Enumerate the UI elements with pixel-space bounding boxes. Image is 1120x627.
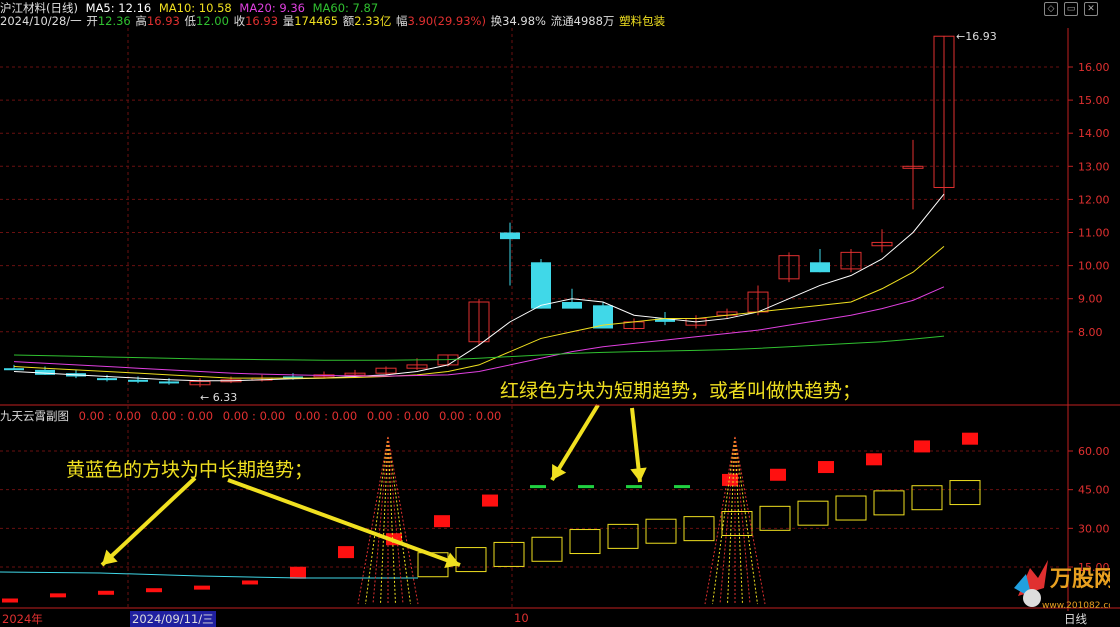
spike-line	[712, 436, 736, 605]
short-trend-red-block	[770, 468, 786, 481]
candle-down	[159, 381, 179, 384]
logo-name: 万股网	[1049, 567, 1110, 592]
long-trend-yellow-block	[873, 490, 905, 516]
sub-value: 0.00 : 0.00	[222, 409, 286, 423]
annotation-arrow-head	[630, 467, 647, 482]
short-trend-red-block	[146, 588, 162, 593]
candle-down	[562, 302, 582, 309]
candle-down	[4, 368, 24, 371]
spike-line	[357, 436, 389, 605]
spike-line	[734, 436, 751, 605]
price-tick-label: 14.00	[1078, 127, 1110, 140]
price-tick-label: 15.00	[1078, 94, 1110, 107]
short-trend-red-block	[962, 432, 978, 445]
price-tick-label: 13.00	[1078, 160, 1110, 173]
short-trend-green-block	[626, 485, 642, 489]
short-trend-red-block	[50, 593, 66, 598]
short-trend-green-block	[578, 485, 594, 489]
long-trend-yellow-block	[759, 505, 791, 531]
time-axis: 2024年 2024/09/11/三 10 日线	[0, 611, 1120, 627]
candle-down	[500, 232, 520, 240]
short-trend-green-block	[530, 485, 546, 489]
short-trend-red-block	[2, 598, 18, 603]
short-trend-red-block	[290, 566, 306, 579]
sub-tick-label: 30.00	[1078, 522, 1110, 535]
candlestick-chart[interactable]: 16.00 15.00 14.00 13.00 12.00 11.00 10.00 9.00 8…	[0, 0, 1120, 625]
sub-chart-title[interactable]: 九天云霄副图	[0, 409, 69, 423]
sub-tick-label: 60.00	[1078, 445, 1110, 458]
short-trend-red-block	[338, 546, 354, 559]
month-label: 10	[514, 611, 529, 625]
spike-line	[387, 436, 411, 605]
candle-down	[128, 379, 148, 382]
sub-chart-header: 九天云霄副图 0.00 : 0.00 0.00 : 0.00 0.00 : 0.…	[0, 408, 502, 423]
short-trend-red-block	[914, 440, 930, 453]
short-trend-red-block	[242, 580, 258, 585]
spike-line	[704, 436, 736, 605]
price-tick-label: 16.00	[1078, 61, 1110, 74]
spike-line	[372, 436, 389, 605]
short-trend-red-block	[866, 453, 882, 466]
short-trend-red-block	[194, 585, 210, 590]
price-tick-label: 10.00	[1078, 260, 1110, 273]
price-tick-label: 11.00	[1078, 227, 1110, 240]
candle-down	[810, 262, 830, 273]
long-trend-yellow-block	[493, 541, 525, 567]
min-price-label: ← 6.33	[200, 391, 237, 404]
spike-line	[365, 436, 389, 605]
long-term-annotation: 黄蓝色的方块为中长期趋势；	[66, 459, 314, 481]
sub-value: 0.00 : 0.00	[78, 409, 142, 423]
brand-logo: 万股网 www.201082.com	[1010, 548, 1120, 612]
sub-value: 0.00 : 0.00	[366, 409, 430, 423]
short-trend-red-block	[98, 590, 114, 595]
long-trend-yellow-block	[835, 495, 867, 521]
max-price-label: ←16.93	[956, 30, 997, 43]
long-trend-yellow-block	[455, 547, 487, 573]
spike-line	[387, 436, 404, 605]
sub-value: 0.00 : 0.00	[438, 409, 502, 423]
candle-down	[97, 378, 117, 381]
long-trend-blue-line	[0, 571, 418, 579]
annotation-arrow	[100, 476, 197, 567]
long-trend-yellow-block	[531, 536, 563, 562]
long-trend-yellow-block	[797, 500, 829, 526]
spike-line	[734, 436, 758, 605]
price-tick-label: 8.00	[1078, 326, 1103, 339]
logo-url: www.201082.com	[1042, 601, 1110, 611]
long-trend-yellow-block	[645, 518, 677, 544]
long-trend-yellow-block	[949, 480, 981, 506]
price-tick-label: 12.00	[1078, 193, 1110, 206]
price-tick-label: 9.00	[1078, 293, 1103, 306]
ma5-line	[13, 193, 945, 382]
short-trend-red-block	[722, 473, 738, 486]
logo-icon: 万股网 www.201082.com	[1014, 560, 1120, 611]
sub-value: 0.00 : 0.00	[294, 409, 358, 423]
long-trend-yellow-block	[721, 510, 753, 536]
candle-down	[531, 262, 551, 309]
short-trend-red-block	[482, 494, 498, 507]
short-term-annotation: 红绿色方块为短期趋势，或者叫做快趋势；	[500, 380, 862, 402]
spike-line	[387, 436, 419, 605]
sub-tick-label: 45.00	[1078, 484, 1110, 497]
sub-value: 0.00 : 0.00	[150, 409, 214, 423]
short-trend-red-block	[818, 461, 834, 474]
short-trend-green-block	[674, 485, 690, 489]
short-trend-red-block	[434, 515, 450, 528]
long-trend-yellow-block	[569, 529, 601, 555]
